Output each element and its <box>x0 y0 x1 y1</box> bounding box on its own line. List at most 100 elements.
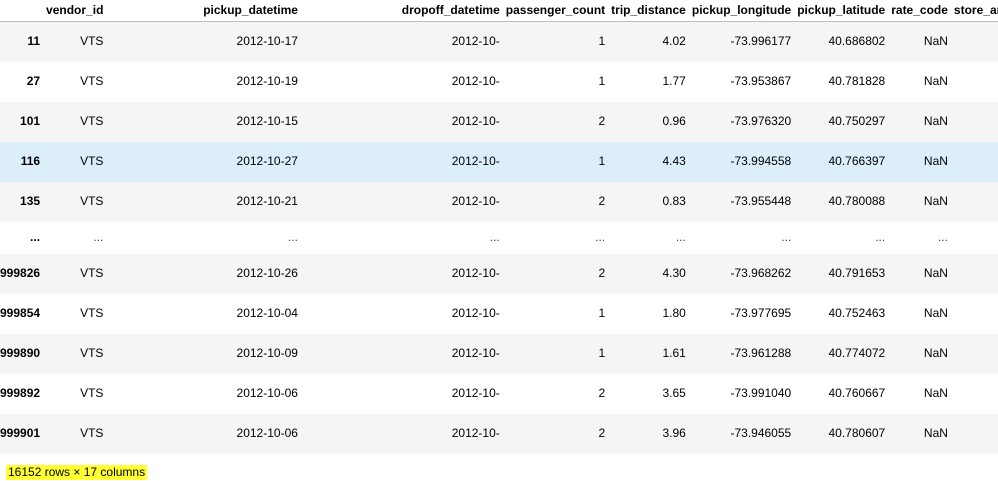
cell-pickup-longitude: -73.991040 <box>730 386 792 400</box>
cell-store-and-fwd <box>954 334 998 374</box>
dropoff-datetime-line-1: 2012-10- <box>451 34 500 49</box>
cell-trip-distance: 0.83 <box>662 194 686 208</box>
cell-store-and-fwd <box>954 62 998 102</box>
cell-pickup-latitude: 40.752463 <box>828 306 886 320</box>
dropoff-datetime-line-1: 2012-10- <box>451 426 500 440</box>
cell-rate-code: NaN <box>923 194 948 208</box>
table-row[interactable]: 999890 VTS 2012-10-0914:25:42.297703+00:00… <box>0 333 998 374</box>
cell-rate-code: NaN <box>923 386 948 400</box>
table-row[interactable]: 101 VTS 2012-10-1523:05:00.222123+00:00201… <box>0 101 998 142</box>
row-index: 101 <box>20 114 41 128</box>
dropoff-datetime-line-2: 26T07:52:35.298114+00:00 <box>500 266 506 281</box>
cell-dropoff-datetime: 2012-10-19T11:38:44.793403+00:00 <box>304 62 506 102</box>
row-index: 135 <box>20 194 41 208</box>
pickup-datetime-line-1: 2012-10-19 <box>236 74 298 88</box>
dropoff-datetime-line-1: 2012-10- <box>451 346 500 360</box>
cell-pickup-latitude: 40.774072 <box>828 346 886 360</box>
dropoff-datetime-line-1: 2012-10- <box>451 74 500 88</box>
table-row[interactable]: 116VTS2012-10-2713:57:08.862458+00:00201… <box>0 141 998 182</box>
pickup-datetime-line-1: 2012-10-09 <box>236 346 298 360</box>
cell-passenger-count: 1 <box>598 154 606 168</box>
cell-rate-code: NaN <box>923 306 948 320</box>
table-row[interactable]: 11VTS2012-10-1721:46:51.187166+00:002012… <box>0 21 998 62</box>
cell-store-and-fwd <box>954 22 998 62</box>
table-row[interactable]: 999892 VTS 2012-10-0607:11:29.735091+00:00… <box>0 374 998 414</box>
column-header-pickup-datetime: pickup_datetime <box>109 0 304 22</box>
header-row: vendor_id pickup_datetime dropoff_datetime… <box>0 0 998 22</box>
cell-rate-code: ... <box>937 230 948 244</box>
dropoff-datetime-line-2: 27T14:07:56.92636+00:00 <box>500 154 506 169</box>
cell-passenger-count: 1 <box>598 74 606 88</box>
cell-store-and-fwd <box>954 414 998 454</box>
cell-vendor-id: VTS <box>80 386 104 400</box>
cell-dropoff-datetime: 2012-10-26T07:52:35.298114+00:00 <box>304 254 506 294</box>
dropoff-datetime-line-2: 04T02:19:58.065546+00:00 <box>500 306 506 321</box>
cell-trip-distance: 3.65 <box>662 386 686 400</box>
cell-pickup-datetime: 2012-10-1911:28:47.324903+00:00 <box>109 62 304 102</box>
cell-pickup-latitude: 40.760667 <box>828 386 886 400</box>
column-header-passenger-count: passenger_count <box>505 0 612 22</box>
cell-vendor-id: ... <box>93 230 104 244</box>
cell-passenger-count: 1 <box>598 346 606 360</box>
table-body: 11VTS2012-10-1721:46:51.187166+00:002012… <box>0 21 998 454</box>
table-row[interactable]: 27VTS2012-10-1911:28:47.324903+00:002012… <box>0 62 998 102</box>
cell-rate-code: NaN <box>923 114 948 128</box>
dropoff-datetime-line-2: 06T12:27:01.90853+00:00 <box>500 426 506 441</box>
cell-trip-distance: 0.96 <box>662 114 686 128</box>
dataframe-table: vendor_id pickup_datetime dropoff_datetime… <box>0 0 998 454</box>
cell-pickup-longitude: -73.994558 <box>730 154 792 168</box>
cell-store-and-fwd <box>954 142 998 182</box>
cell-vendor-id: VTS <box>80 114 104 128</box>
cell-dropoff-datetime: 2012-10-06T07:24:33.105435+00:00 <box>304 374 506 414</box>
table-row[interactable]: 999901 VTS 2012-10-0612:12:51.882033+00:00… <box>0 413 998 454</box>
row-count-summary: 16152 rows × 17 columns <box>6 465 148 480</box>
column-header-pickup-longitude: pickup_longitude <box>691 0 798 22</box>
cell-pickup-datetime: 2012-10-2116:12:42.963903+00:00 <box>109 182 304 222</box>
cell-vendor-id: VTS <box>80 194 104 208</box>
index-column-header <box>0 0 47 22</box>
cell-vendor-id: VTS <box>80 34 104 49</box>
pickup-datetime-line-1: 2012-10-04 <box>236 306 298 320</box>
cell-passenger-count: 2 <box>598 114 606 128</box>
cell-dropoff-datetime: 2012-10-09T14:27:48.264078+00:00 <box>304 334 506 374</box>
cell-pickup-datetime: 2012-10-0914:25:42.297703+00:00 <box>109 334 304 374</box>
column-header-dropoff-datetime: dropoff_datetime <box>303 0 506 22</box>
cell-pickup-latitude: 40.781828 <box>828 74 886 88</box>
cell-trip-distance: 4.02 <box>662 34 686 49</box>
cell-dropoff-datetime: 2012-10-04T02:19:58.065546+00:00 <box>304 294 506 334</box>
dropoff-datetime-line-1: 2012-10- <box>451 266 500 280</box>
dropoff-datetime-line-2: 19T11:38:44.793403+00:00 <box>500 74 506 89</box>
dropoff-datetime-line-1: ... <box>489 230 500 244</box>
cell-dropoff-datetime: 2012-10-06T12:27:01.90853+00:00 <box>304 414 506 454</box>
ellipsis-row[interactable]: ........................... <box>0 222 998 254</box>
cell-pickup-datetime: 2012-10-1721:46:51.187166+00:00 <box>109 22 304 62</box>
cell-pickup-datetime: ... <box>109 222 304 254</box>
cell-passenger-count: 2 <box>598 386 606 400</box>
cell-pickup-datetime: 2012-10-0612:12:51.882033+00:00 <box>109 414 304 454</box>
dropoff-datetime-line-1: 2012-10- <box>451 154 500 168</box>
table-row[interactable]: 135VTS2012-10-2116:12:42.963903+00:00201… <box>0 181 998 222</box>
cell-pickup-latitude: 40.750297 <box>828 114 886 128</box>
table-header: vendor_id pickup_datetime dropoff_datetime… <box>0 0 998 22</box>
pickup-datetime-line-1: 2012-10-26 <box>236 266 298 280</box>
dropoff-datetime-line-1: 2012-10- <box>451 194 500 208</box>
row-index: 999892 <box>0 386 41 400</box>
pickup-datetime-line-1: 2012-10-27 <box>236 154 298 168</box>
pickup-datetime-line-1: 2012-10-06 <box>236 426 298 440</box>
cell-vendor-id: VTS <box>80 266 104 280</box>
row-index: ... <box>30 230 41 244</box>
dropoff-datetime-line-2: 17T21:52:24.351695+00:00 <box>500 34 506 49</box>
cell-passenger-count: ... <box>595 230 606 244</box>
pickup-datetime-line-1: 2012-10-15 <box>236 114 298 128</box>
pickup-datetime-line-1: 2012-10-17 <box>236 34 298 49</box>
table-row[interactable]: 999854 VTS 2012-10-0402:10:54.186004+00:00… <box>0 294 998 334</box>
table-row[interactable]: 999826 VTS 2012-10-2607:47:56.838094+00:00… <box>0 253 998 294</box>
pickup-datetime-line-1: 2012-10-06 <box>236 386 298 400</box>
cell-vendor-id: VTS <box>80 346 104 360</box>
pickup-datetime-line-1: 2012-10-21 <box>236 194 298 208</box>
cell-vendor-id: VTS <box>80 74 104 88</box>
cell-passenger-count: 1 <box>598 306 606 320</box>
cell-pickup-datetime: 2012-10-1523:05:00.222123+00:00 <box>109 102 304 142</box>
cell-pickup-latitude: 40.780607 <box>828 426 886 440</box>
row-index: 116 <box>20 154 41 168</box>
